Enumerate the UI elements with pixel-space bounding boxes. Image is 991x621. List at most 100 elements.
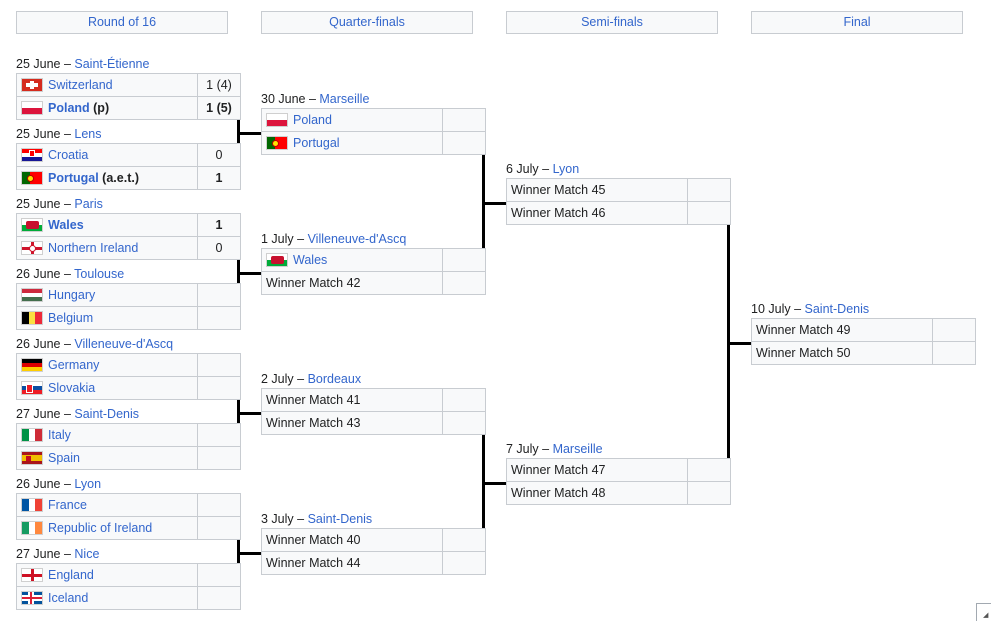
team-name[interactable]: Winner Match 43	[266, 416, 360, 430]
team-name[interactable]: Spain	[48, 451, 80, 465]
team-name[interactable]: Poland	[48, 101, 90, 115]
match-row: Iceland	[16, 586, 241, 610]
resize-handle-icon[interactable]: ◢	[976, 603, 991, 621]
team-cell[interactable]: Winner Match 48	[506, 481, 688, 505]
team-cell[interactable]: Winner Match 41	[261, 388, 443, 412]
team-cell[interactable]: Germany	[16, 353, 198, 377]
match-row: England	[16, 563, 241, 587]
team-name[interactable]: Switzerland	[48, 78, 113, 92]
match-r16-m3: 25 June – Paris Wales 1 Northern Ireland 0	[16, 196, 241, 260]
round-header-final[interactable]: Final	[751, 11, 963, 34]
team-name[interactable]: Republic of Ireland	[48, 521, 152, 535]
flag-icon-croatia	[21, 148, 43, 162]
score-cell	[442, 108, 486, 132]
match-venue-link[interactable]: Marseille	[553, 442, 603, 456]
team-name[interactable]: Winner Match 44	[266, 556, 360, 570]
match-venue-link[interactable]: Villeneuve-d'Ascq	[74, 337, 173, 351]
match-venue-link[interactable]: Lyon	[74, 477, 101, 491]
match-row: Wales	[261, 248, 486, 272]
match-venue-link[interactable]: Lyon	[553, 162, 580, 176]
team-name[interactable]: Winner Match 42	[266, 276, 360, 290]
team-cell[interactable]: Italy	[16, 423, 198, 447]
team-name[interactable]: Iceland	[48, 591, 88, 605]
team-cell[interactable]: Winner Match 46	[506, 201, 688, 225]
match-row: Winner Match 49	[751, 318, 976, 342]
flag-icon-republic-of-ireland	[21, 521, 43, 535]
team-name[interactable]: Winner Match 47	[511, 463, 605, 477]
team-cell[interactable]: Winner Match 43	[261, 411, 443, 435]
team-name[interactable]: Wales	[48, 218, 84, 232]
team-cell[interactable]: France	[16, 493, 198, 517]
match-venue-link[interactable]: Lens	[74, 127, 101, 141]
match-label-separator: –	[293, 232, 308, 246]
connector-r16-m1-m2-to-qf45-seg3	[237, 132, 261, 135]
team-name[interactable]: Croatia	[48, 148, 88, 162]
match-venue-link[interactable]: Saint-Étienne	[74, 57, 149, 71]
team-name[interactable]: Poland	[293, 113, 332, 127]
team-cell[interactable]: Iceland	[16, 586, 198, 610]
team-cell[interactable]: Hungary	[16, 283, 198, 307]
team-cell[interactable]: Portugal (a.e.t.)	[16, 166, 198, 190]
team-name[interactable]: Winner Match 41	[266, 393, 360, 407]
match-table-r16-m8: England Iceland	[16, 563, 241, 610]
score-cell	[932, 318, 976, 342]
round-header-semi-finals[interactable]: Semi-finals	[506, 11, 718, 34]
match-venue-link[interactable]: Saint-Denis	[308, 512, 373, 526]
team-name[interactable]: Slovakia	[48, 381, 95, 395]
team-cell[interactable]: England	[16, 563, 198, 587]
match-venue-link[interactable]: Saint-Denis	[74, 407, 139, 421]
team-name[interactable]: Wales	[293, 253, 327, 267]
team-name[interactable]: England	[48, 568, 94, 582]
round-header-round-of-16[interactable]: Round of 16	[16, 11, 228, 34]
match-venue-link[interactable]: Toulouse	[74, 267, 124, 281]
team-cell[interactable]: Winner Match 47	[506, 458, 688, 482]
match-venue-link[interactable]: Bordeaux	[308, 372, 362, 386]
team-cell[interactable]: Poland	[261, 108, 443, 132]
match-venue-link[interactable]: Saint-Denis	[805, 302, 870, 316]
match-venue-link[interactable]: Nice	[74, 547, 99, 561]
team-cell[interactable]: Winner Match 44	[261, 551, 443, 575]
team-name[interactable]: Winner Match 45	[511, 183, 605, 197]
match-venue-link[interactable]: Villeneuve-d'Ascq	[308, 232, 407, 246]
team-name[interactable]: Winner Match 50	[756, 346, 850, 360]
team-name[interactable]: Winner Match 46	[511, 206, 605, 220]
flag-icon-poland	[21, 101, 43, 115]
team-cell[interactable]: Winner Match 45	[506, 178, 688, 202]
team-name[interactable]: Germany	[48, 358, 99, 372]
team-cell[interactable]: Wales	[16, 213, 198, 237]
team-cell[interactable]: Winner Match 49	[751, 318, 933, 342]
team-name[interactable]: Winner Match 49	[756, 323, 850, 337]
team-name[interactable]: Northern Ireland	[48, 241, 138, 255]
team-cell[interactable]: Winner Match 40	[261, 528, 443, 552]
team-name[interactable]: France	[48, 498, 87, 512]
round-header-quarter-finals[interactable]: Quarter-finals	[261, 11, 473, 34]
match-row: Winner Match 45	[506, 178, 731, 202]
score-cell	[442, 248, 486, 272]
match-venue-link[interactable]: Paris	[74, 197, 102, 211]
team-cell[interactable]: Wales	[261, 248, 443, 272]
team-cell[interactable]: Slovakia	[16, 376, 198, 400]
team-name[interactable]: Italy	[48, 428, 71, 442]
team-cell[interactable]: Switzerland	[16, 73, 198, 97]
team-name[interactable]: Winner Match 48	[511, 486, 605, 500]
team-name[interactable]: Portugal	[48, 171, 99, 185]
team-cell[interactable]: Winner Match 42	[261, 271, 443, 295]
match-qf-m48: 3 July – Saint-Denis Winner Match 40 Winne…	[261, 511, 486, 575]
team-cell[interactable]: Belgium	[16, 306, 198, 330]
team-name[interactable]: Portugal	[293, 136, 340, 150]
team-cell[interactable]: Portugal	[261, 131, 443, 155]
team-cell[interactable]: Poland (p)	[16, 96, 198, 120]
team-name[interactable]: Winner Match 40	[266, 533, 360, 547]
team-name[interactable]: Hungary	[48, 288, 95, 302]
team-cell[interactable]: Republic of Ireland	[16, 516, 198, 540]
team-cell[interactable]: Spain	[16, 446, 198, 470]
score-cell: 1 (4)	[197, 73, 241, 97]
match-row: Portugal	[261, 131, 486, 155]
team-cell[interactable]: Croatia	[16, 143, 198, 167]
score-cell	[687, 178, 731, 202]
match-venue-link[interactable]: Marseille	[319, 92, 369, 106]
team-cell[interactable]: Northern Ireland	[16, 236, 198, 260]
team-name[interactable]: Belgium	[48, 311, 93, 325]
match-label-qf-m48: 3 July – Saint-Denis	[261, 511, 471, 528]
team-cell[interactable]: Winner Match 50	[751, 341, 933, 365]
